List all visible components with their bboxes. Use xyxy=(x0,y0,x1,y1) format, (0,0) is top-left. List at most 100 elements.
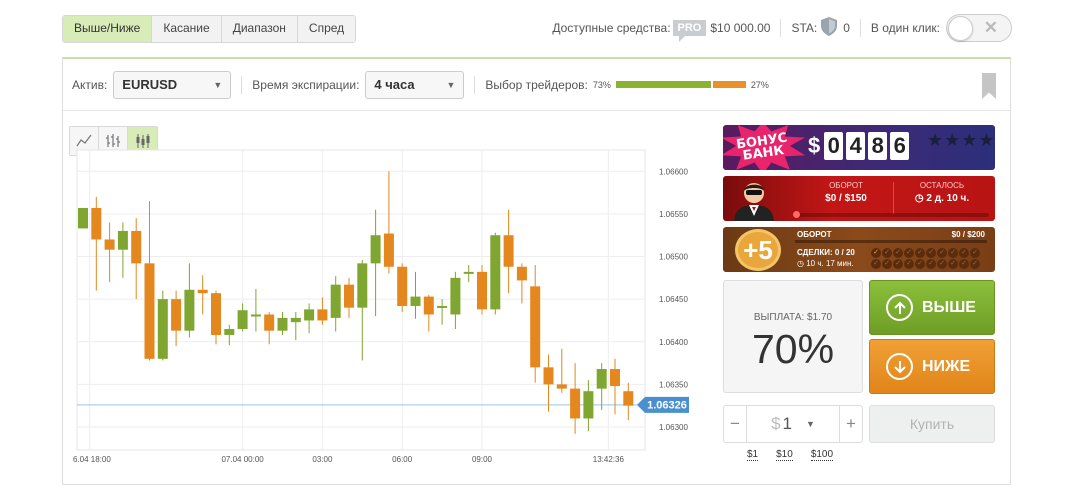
tab-higher-lower[interactable]: Выше/Ниже xyxy=(63,16,153,42)
turnover-challenge-banner[interactable]: ОБОРОТ $0 / $150 ОСТАЛОСЬ ◷ 2 д. 10 ч. xyxy=(723,176,995,221)
quick-amount-link[interactable]: $100 xyxy=(810,449,834,461)
one-click-label: В один клик: xyxy=(870,21,940,35)
y-tick-label: 1.06400 xyxy=(659,338,688,347)
deal-check-icon: ✓ xyxy=(970,248,980,258)
bonus-digit: 4 xyxy=(846,132,866,160)
bonus-bank-badge: БОНУС БАНК xyxy=(723,125,805,170)
candle xyxy=(78,207,88,229)
x-tick-label: 13:42:36 xyxy=(593,455,625,464)
asset-label: Актив: xyxy=(72,77,108,92)
trading-panel: Актив: EURUSD ▼ Время экспирации: 4 часа ▼… xyxy=(62,57,1011,485)
bookmark-icon[interactable] xyxy=(982,73,996,99)
candle xyxy=(91,207,102,240)
turnover-progress-track xyxy=(795,213,989,217)
candle xyxy=(104,239,115,250)
close-icon: ✕ xyxy=(983,18,998,37)
candle xyxy=(330,284,341,318)
chevron-down-icon: ▼ xyxy=(446,79,456,90)
amount-value: 1 xyxy=(782,414,792,433)
bonus-digit: 0 xyxy=(824,132,844,160)
current-price-label: 1.06326 xyxy=(647,399,687,411)
deal-check-icon: ✓ xyxy=(904,248,914,258)
y-tick-label: 1.06300 xyxy=(659,423,688,432)
deal-check-icon: ✓ xyxy=(871,248,881,258)
deal-check-icon: ✓ xyxy=(948,259,958,269)
account-summary: Доступные средства: PRO $10 000.00 STA: … xyxy=(552,14,1012,42)
arrow-up-icon xyxy=(886,294,913,321)
asset-value: EURUSD xyxy=(122,77,178,92)
funds-label: Доступные средства: xyxy=(552,21,671,35)
pro-badge[interactable]: PRO xyxy=(672,20,707,42)
divider xyxy=(859,19,861,37)
star-icons: ★★★★★ xyxy=(927,130,995,150)
sentiment-up-fill xyxy=(615,81,711,88)
higher-label: ВЫШЕ xyxy=(922,298,976,316)
deals-count: СДЕЛКИ: 0 / 20 xyxy=(797,248,855,257)
candle xyxy=(264,314,275,331)
turnover-label: ОБОРОТ xyxy=(829,181,863,190)
arrow-down-icon xyxy=(886,353,913,380)
candle xyxy=(144,263,155,359)
one-click-toggle[interactable]: ✕ xyxy=(946,14,1012,42)
remaining-label: ОСТАЛОСЬ xyxy=(919,181,965,190)
candle xyxy=(370,235,381,264)
sta-value: 0 xyxy=(843,21,850,35)
deal-check-icon: ✓ xyxy=(893,248,903,258)
candle xyxy=(543,367,554,385)
candle xyxy=(570,388,581,419)
deal-check-icon: ✓ xyxy=(882,248,892,258)
deal-check-icon: ✓ xyxy=(959,248,969,258)
bonus-currency: $ xyxy=(808,133,821,158)
deal-check-icon: ✓ xyxy=(948,248,958,258)
deal-check-icon: ✓ xyxy=(926,259,936,269)
price-chart[interactable]: 1.06600 1.06550 1.06500 1.06450 1.06400 1.063… xyxy=(73,144,713,472)
divider xyxy=(241,75,243,94)
x-tick-label: 07.04 00:00 xyxy=(221,455,264,464)
turnover-value: $0 / $150 xyxy=(825,193,867,204)
traders-down-pct: 27% xyxy=(750,79,769,90)
candle xyxy=(490,235,501,310)
deal-check-icon: ✓ xyxy=(882,259,892,269)
expiry-select[interactable]: 4 часа ▼ xyxy=(365,70,465,99)
tab-spread[interactable]: Спред xyxy=(297,16,356,42)
clock-icon: ◷ xyxy=(797,259,807,268)
y-tick-label: 1.06500 xyxy=(659,253,688,262)
candle xyxy=(184,289,195,331)
increase-amount-button[interactable]: + xyxy=(840,414,862,434)
funds-value: $10 000.00 xyxy=(710,21,771,35)
asset-select[interactable]: EURUSD ▼ xyxy=(113,70,232,99)
remaining-value: 2 д. 10 ч. xyxy=(926,193,970,204)
lower-label: НИЖЕ xyxy=(922,357,971,375)
candle xyxy=(344,284,354,308)
candle xyxy=(250,314,261,317)
quick-amount-link[interactable]: $1 xyxy=(747,449,759,461)
candle xyxy=(171,299,182,331)
bonus-bank-banner[interactable]: БОНУСБАНК $ 0 4 8 6 ★★★★★ xyxy=(723,125,995,170)
higher-button[interactable]: ВЫШЕ xyxy=(869,280,995,335)
chevron-down-icon: ▼ xyxy=(806,419,815,429)
candle xyxy=(357,263,368,308)
candle xyxy=(290,317,301,323)
tab-range[interactable]: Диапазон xyxy=(221,16,298,42)
quick-amount-link[interactable]: $10 xyxy=(776,449,793,461)
option-type-tabs: Выше/Ниже Касание Диапазон Спред xyxy=(62,15,357,43)
trade-sidebar: БОНУСБАНК $ 0 4 8 6 ★★★★★ ОБОРОТ xyxy=(723,125,995,461)
expiry-value: 4 часа xyxy=(374,77,415,92)
tab-touch[interactable]: Касание xyxy=(152,16,222,42)
trader-avatar xyxy=(734,183,774,221)
deal-check-icon: ✓ xyxy=(937,248,947,258)
candle xyxy=(410,296,421,306)
candle xyxy=(197,289,208,294)
deal-check-icon: ✓ xyxy=(871,259,881,269)
bonus-digit: 6 xyxy=(890,132,910,160)
deals-challenge-banner[interactable]: +5 ОБОРОТ $0 / $200 СДЕЛКИ: 0 / 20 ◷ 10 … xyxy=(723,227,995,272)
decrease-amount-button[interactable]: − xyxy=(724,414,746,434)
turnover-label: ОБОРОТ xyxy=(797,230,832,239)
deal-check-icon: ✓ xyxy=(926,248,936,258)
lower-button[interactable]: НИЖЕ xyxy=(869,339,995,394)
buy-button[interactable]: Купить xyxy=(869,405,995,443)
candle xyxy=(397,266,408,306)
divider xyxy=(780,19,782,37)
amount-select[interactable]: $ 1 ▼ xyxy=(746,406,840,442)
payout-label: ВЫПЛАТА: $1.70 xyxy=(753,312,833,323)
